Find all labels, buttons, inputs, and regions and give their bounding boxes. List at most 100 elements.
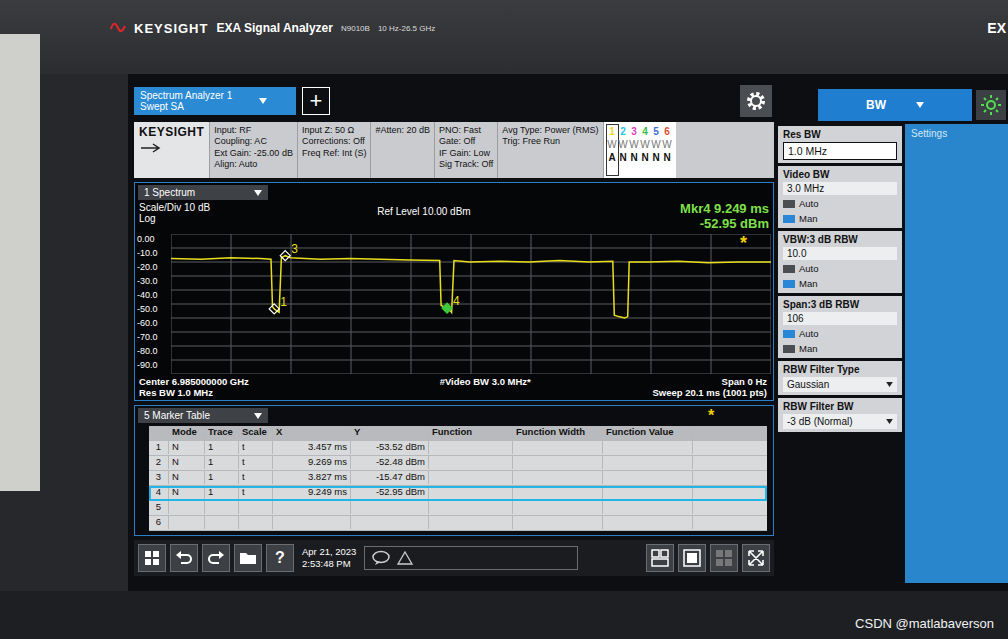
trace-column[interactable]: 3 W N: [629, 125, 640, 175]
trace-column[interactable]: 5 W N: [651, 125, 662, 175]
window-dropdown[interactable]: 1 Spectrum: [138, 185, 268, 200]
window-bar: 5 Marker Table *: [135, 406, 773, 426]
panel-item[interactable]: Video BW 3.0 MHz Auto Man: [778, 166, 902, 228]
panel-item[interactable]: VBW:3 dB RBW 10.0 Auto Man: [778, 231, 902, 293]
item-label: RBW Filter BW: [783, 401, 897, 412]
panel-item[interactable]: RBW Filter BW -3 dB (Normal): [778, 398, 902, 432]
main-area: Spectrum Analyzer 1 Swept SA + KEYSIGHT …: [134, 84, 774, 583]
table-row[interactable]: 4 N 1 t 9.249 ms -52.95 dBm: [149, 486, 767, 501]
settings-button[interactable]: [740, 85, 772, 117]
settings-column: Input: RFCoupling: ACExt Gain: -25.00 dB…: [209, 122, 297, 178]
multi-window-button[interactable]: [710, 544, 738, 572]
trace-column[interactable]: 1 W A: [607, 125, 618, 175]
settings-bar: KEYSIGHT Input: RFCoupling: ACExt Gain: …: [134, 122, 774, 178]
trace-column[interactable]: 6 W N: [662, 125, 673, 175]
settings-column: Avg Type: Power (RMS)Trig: Free Run: [497, 122, 602, 178]
trace-detector: N: [663, 151, 670, 164]
windows-button[interactable]: [138, 544, 166, 572]
message-bar[interactable]: [364, 546, 578, 570]
window-bar: 1 Spectrum: [135, 183, 773, 202]
paper-note: [0, 34, 40, 491]
trace-detector: N: [630, 151, 637, 164]
cell: [351, 516, 429, 529]
cell: [603, 471, 693, 484]
frequency-range: 10 Hz-26.5 GHz: [378, 24, 435, 33]
auto-man-option[interactable]: Auto: [783, 197, 897, 210]
undo-button[interactable]: [170, 544, 198, 572]
trace-column[interactable]: 4 W N: [640, 125, 651, 175]
window-dropdown[interactable]: 5 Marker Table: [138, 408, 268, 423]
item-value[interactable]: 1.0 MHz: [783, 142, 897, 160]
chart-header: Scale/Div 10 dB Log Ref Level 10.00 dBm …: [135, 202, 773, 232]
trace-detector: A: [608, 151, 615, 164]
cell: [273, 516, 351, 529]
scale-type: Log: [139, 213, 269, 224]
item-dropdown[interactable]: Gaussian: [783, 377, 897, 392]
cell: [513, 501, 603, 514]
signal-analyzer: KEYSIGHT EXA Signal Analyzer N9010B 10 H…: [0, 0, 1008, 639]
item-value[interactable]: 106: [783, 312, 897, 325]
panel-item[interactable]: RBW Filter Type Gaussian: [778, 361, 902, 395]
option-indicator: [783, 330, 795, 338]
marker-table-window: 5 Marker Table * ModeTraceScaleXYFunctio…: [134, 405, 774, 536]
trace-column[interactable]: 2 W N: [618, 125, 629, 175]
auto-man-option[interactable]: Auto: [783, 262, 897, 275]
input-arrow-icon: [139, 143, 163, 153]
warning-icon: [397, 551, 413, 565]
cell: 1: [205, 471, 239, 484]
cell: 3: [149, 471, 169, 484]
table-row[interactable]: 3 N 1 t 3.827 ms -15.47 dBm: [149, 471, 767, 486]
item-value[interactable]: 3.0 MHz: [783, 182, 897, 195]
date-time: Apr 21, 2023 2:53:48 PM: [298, 546, 360, 569]
zoom-button[interactable]: [678, 544, 706, 572]
column-header: Scale: [239, 426, 273, 439]
help-button[interactable]: ?: [266, 544, 294, 572]
ref-level: Ref Level 10.00 dBm: [269, 202, 579, 217]
redo-button[interactable]: [202, 544, 230, 572]
marker-diamond[interactable]: [280, 251, 290, 261]
auto-man-option[interactable]: Man: [783, 277, 897, 290]
window-label: 5 Marker Table: [144, 410, 210, 421]
screen-tab[interactable]: Spectrum Analyzer 1 Swept SA: [134, 87, 296, 115]
folder-icon: [239, 550, 257, 566]
trace-type: W: [607, 138, 616, 151]
settings-tab[interactable]: Settings: [905, 124, 1008, 583]
column-header: Mode: [169, 426, 205, 439]
table-row[interactable]: 5: [149, 501, 767, 516]
option-label: Man: [799, 278, 817, 289]
item-dropdown[interactable]: -3 dB (Normal): [783, 414, 897, 429]
column-header: Function Value: [603, 426, 693, 439]
marker-diamond[interactable]: [269, 304, 279, 314]
cell: [429, 486, 513, 499]
cell: 1: [205, 456, 239, 469]
y-tick: -30.0: [137, 276, 171, 290]
panel-menu[interactable]: BW: [818, 89, 972, 121]
layout-button[interactable]: [646, 544, 674, 572]
settings-panel: BW Res BW 1.0 MHzVideo BW 3.0 MHz Auto M…: [778, 84, 1008, 583]
panel-action[interactable]: [976, 90, 1006, 120]
cell: t: [239, 456, 273, 469]
table-row[interactable]: 1 N 1 t 3.457 ms -53.52 dBm: [149, 441, 767, 456]
column-header: [149, 426, 169, 439]
trace-type: W: [618, 138, 627, 151]
item-label: RBW Filter Type: [783, 364, 897, 375]
tab-sublabel: Swept SA: [140, 101, 255, 112]
marker-diamond[interactable]: [442, 303, 452, 313]
trace-plot[interactable]: 134: [171, 234, 771, 374]
panel-item[interactable]: Res BW 1.0 MHz: [778, 126, 902, 163]
table-row[interactable]: 2 N 1 t 9.269 ms -52.48 dBm: [149, 456, 767, 471]
auto-man-option[interactable]: Man: [783, 212, 897, 225]
auto-man-option[interactable]: Man: [783, 342, 897, 355]
footer-row: Res BW 1.0 MHz Sweep 20.1 ms (1001 pts): [139, 387, 767, 398]
cell: [603, 501, 693, 514]
fullscreen-button[interactable]: [742, 544, 770, 572]
table-row[interactable]: 6: [149, 516, 767, 531]
toolbar: ? Apr 21, 2023 2:53:48 PM: [134, 540, 774, 576]
panel-item[interactable]: Span:3 dB RBW 106 Auto Man: [778, 296, 902, 358]
grid-line: [171, 359, 771, 360]
file-button[interactable]: [234, 544, 262, 572]
item-value[interactable]: 10.0: [783, 247, 897, 260]
y-tick: 0.00: [137, 234, 171, 248]
auto-man-option[interactable]: Auto: [783, 327, 897, 340]
add-screen-button[interactable]: +: [302, 87, 330, 115]
